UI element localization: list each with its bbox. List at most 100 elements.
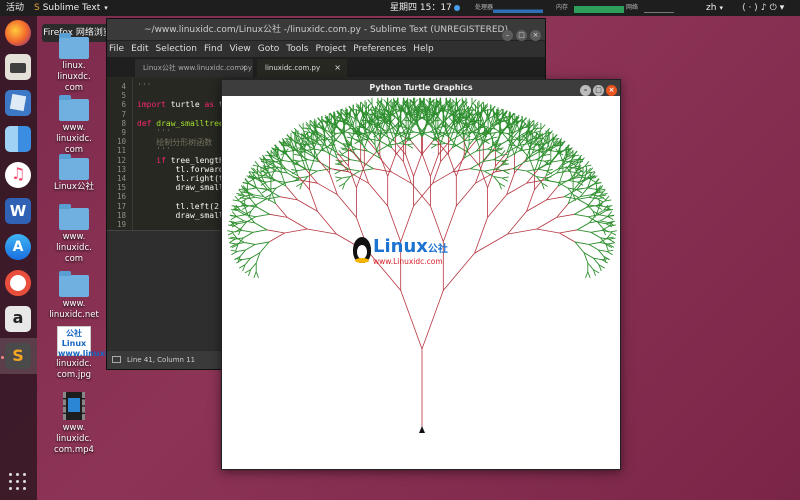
tree-branch [526,189,535,212]
leaf-branch [588,214,600,218]
menu-project[interactable]: Project [315,44,346,54]
leaf-branch [227,230,234,233]
close-icon[interactable]: × [530,30,541,41]
leaf-branch [536,159,545,162]
close-icon[interactable]: × [240,59,247,77]
desktop-folder[interactable]: www. linuxidc. com [44,95,104,156]
leaf-branch [597,198,604,203]
leaf-branch [567,170,576,174]
watermark-brand-text: Linux [373,236,428,257]
memory-meter-bar [574,3,624,13]
chevron-down-icon: ▾ [779,3,788,13]
tab-file-2[interactable]: linuxidc.com.py × [257,59,347,77]
network-meter[interactable]: 网络 [626,2,676,14]
memory-meter-label: 内存 [556,4,569,11]
leaf-branch [587,187,596,190]
clock-label: 星期四 15：17 [390,3,452,13]
sublime-icon[interactable]: S [5,343,31,369]
minimize-icon[interactable]: – [502,30,513,41]
music-icon[interactable] [5,162,31,188]
finder-icon[interactable] [5,126,31,152]
leaf-branch [540,124,546,130]
system-tray[interactable]: ⟨·⟩♪⏻▾ [742,0,787,16]
leaf-branch [235,220,244,223]
app-menu-label: Sublime Text [42,3,101,13]
desktop-folder[interactable]: linux. linuxdc. com [44,33,104,94]
leaf-branch [256,198,267,206]
clock[interactable]: 星期四 15：17 [390,0,460,16]
memory-meter[interactable]: 内存 [556,2,626,14]
amazon-icon[interactable]: a [5,306,31,332]
image-thumbnail-icon: 公社 Linux www.linuxidc.com [57,326,140,358]
tab-label: linuxidc.com.py [265,64,321,72]
maximize-icon[interactable]: □ [593,85,604,96]
menu-goto[interactable]: Goto [258,44,280,54]
leaf-branch [244,242,256,245]
tree-branch [474,217,488,254]
leaf-branch [245,244,256,251]
leaf-branch [577,198,588,206]
menu-preferences[interactable]: Preferences [353,44,406,54]
sublime-titlebar[interactable]: ~/www.linuxidc.com/Linux公社 -/linuxidc.co… [107,19,545,41]
menu-tools[interactable]: Tools [286,44,308,54]
files-icon[interactable] [5,54,31,80]
menu-view[interactable]: View [229,44,250,54]
leaf-branch [608,237,616,240]
line-number: 16 [116,192,126,202]
notification-icon [453,4,460,11]
leaf-branch [590,231,601,239]
word-icon[interactable]: W [5,198,31,224]
cpu-meter[interactable]: 处理器 [475,2,545,14]
leaf-branch [470,168,485,172]
help-icon[interactable] [5,270,31,296]
close-icon[interactable]: × [606,85,617,96]
leaf-branch [242,229,254,233]
leaf-branch [240,198,247,203]
menu-help[interactable]: Help [413,44,434,54]
leaf-branch [501,177,509,182]
minimize-icon[interactable]: – [580,85,591,96]
activities-button[interactable]: 活动 [6,0,24,16]
tab-file-1[interactable]: Linux公社 www.linuxidc.com.py × [135,59,253,77]
input-method-menu[interactable]: zh ▾ [706,0,723,16]
line-number: 18 [116,210,126,220]
leaf-branch [236,214,246,217]
menu-selection[interactable]: Selection [156,44,197,54]
app-grid-icon[interactable] [9,473,27,491]
tree-branch [507,211,527,235]
leaf-branch [574,213,589,218]
tree-branch [455,183,476,207]
desktop-image-file[interactable]: 公社 Linux www.linuxidc.com linuxidc. com.… [44,326,140,381]
turtle-canvas: Linux公社 www.Linuxidc.com [222,96,620,469]
tree-branch [413,183,434,207]
tree-branch [410,183,431,207]
leaf-branch [577,229,592,233]
folder-icon [59,33,89,59]
menu-find[interactable]: Find [204,44,222,54]
panel-toggle-icon[interactable] [112,356,121,363]
desktop-folder[interactable]: www. linuxidc. com [44,204,104,265]
menu-edit[interactable]: Edit [131,44,148,54]
line-number: 12 [116,155,126,165]
desktop-folder-label: linux. linuxdc. com [57,61,91,93]
leaf-branch [398,138,407,144]
leaf-branch [231,251,238,256]
turtle-titlebar[interactable]: Python Turtle Graphics – □ × [222,80,620,96]
folder-icon [59,271,89,297]
power-icon: ⏻ [769,3,780,13]
menu-file[interactable]: File [109,44,124,54]
app-menu[interactable]: S Sublime Text ▾ [34,0,108,16]
leaf-branch [299,159,308,162]
watermark-brand-zh: 公社 [427,244,448,255]
firefox-icon[interactable] [5,20,31,46]
close-icon[interactable]: × [334,59,341,77]
appstore-icon[interactable]: A [5,234,31,260]
desktop-folder[interactable]: Linux公社 [44,154,104,193]
desktop-folder[interactable]: www. linuxidc.net [44,271,104,321]
tree-branch [287,217,308,230]
maximize-icon[interactable]: □ [516,30,527,41]
preview-icon[interactable] [5,90,31,116]
line-number: 6 [121,100,126,110]
leaf-branch [253,271,257,279]
desktop-video-file[interactable]: www. linuxidc. com.mp4 [44,392,104,456]
